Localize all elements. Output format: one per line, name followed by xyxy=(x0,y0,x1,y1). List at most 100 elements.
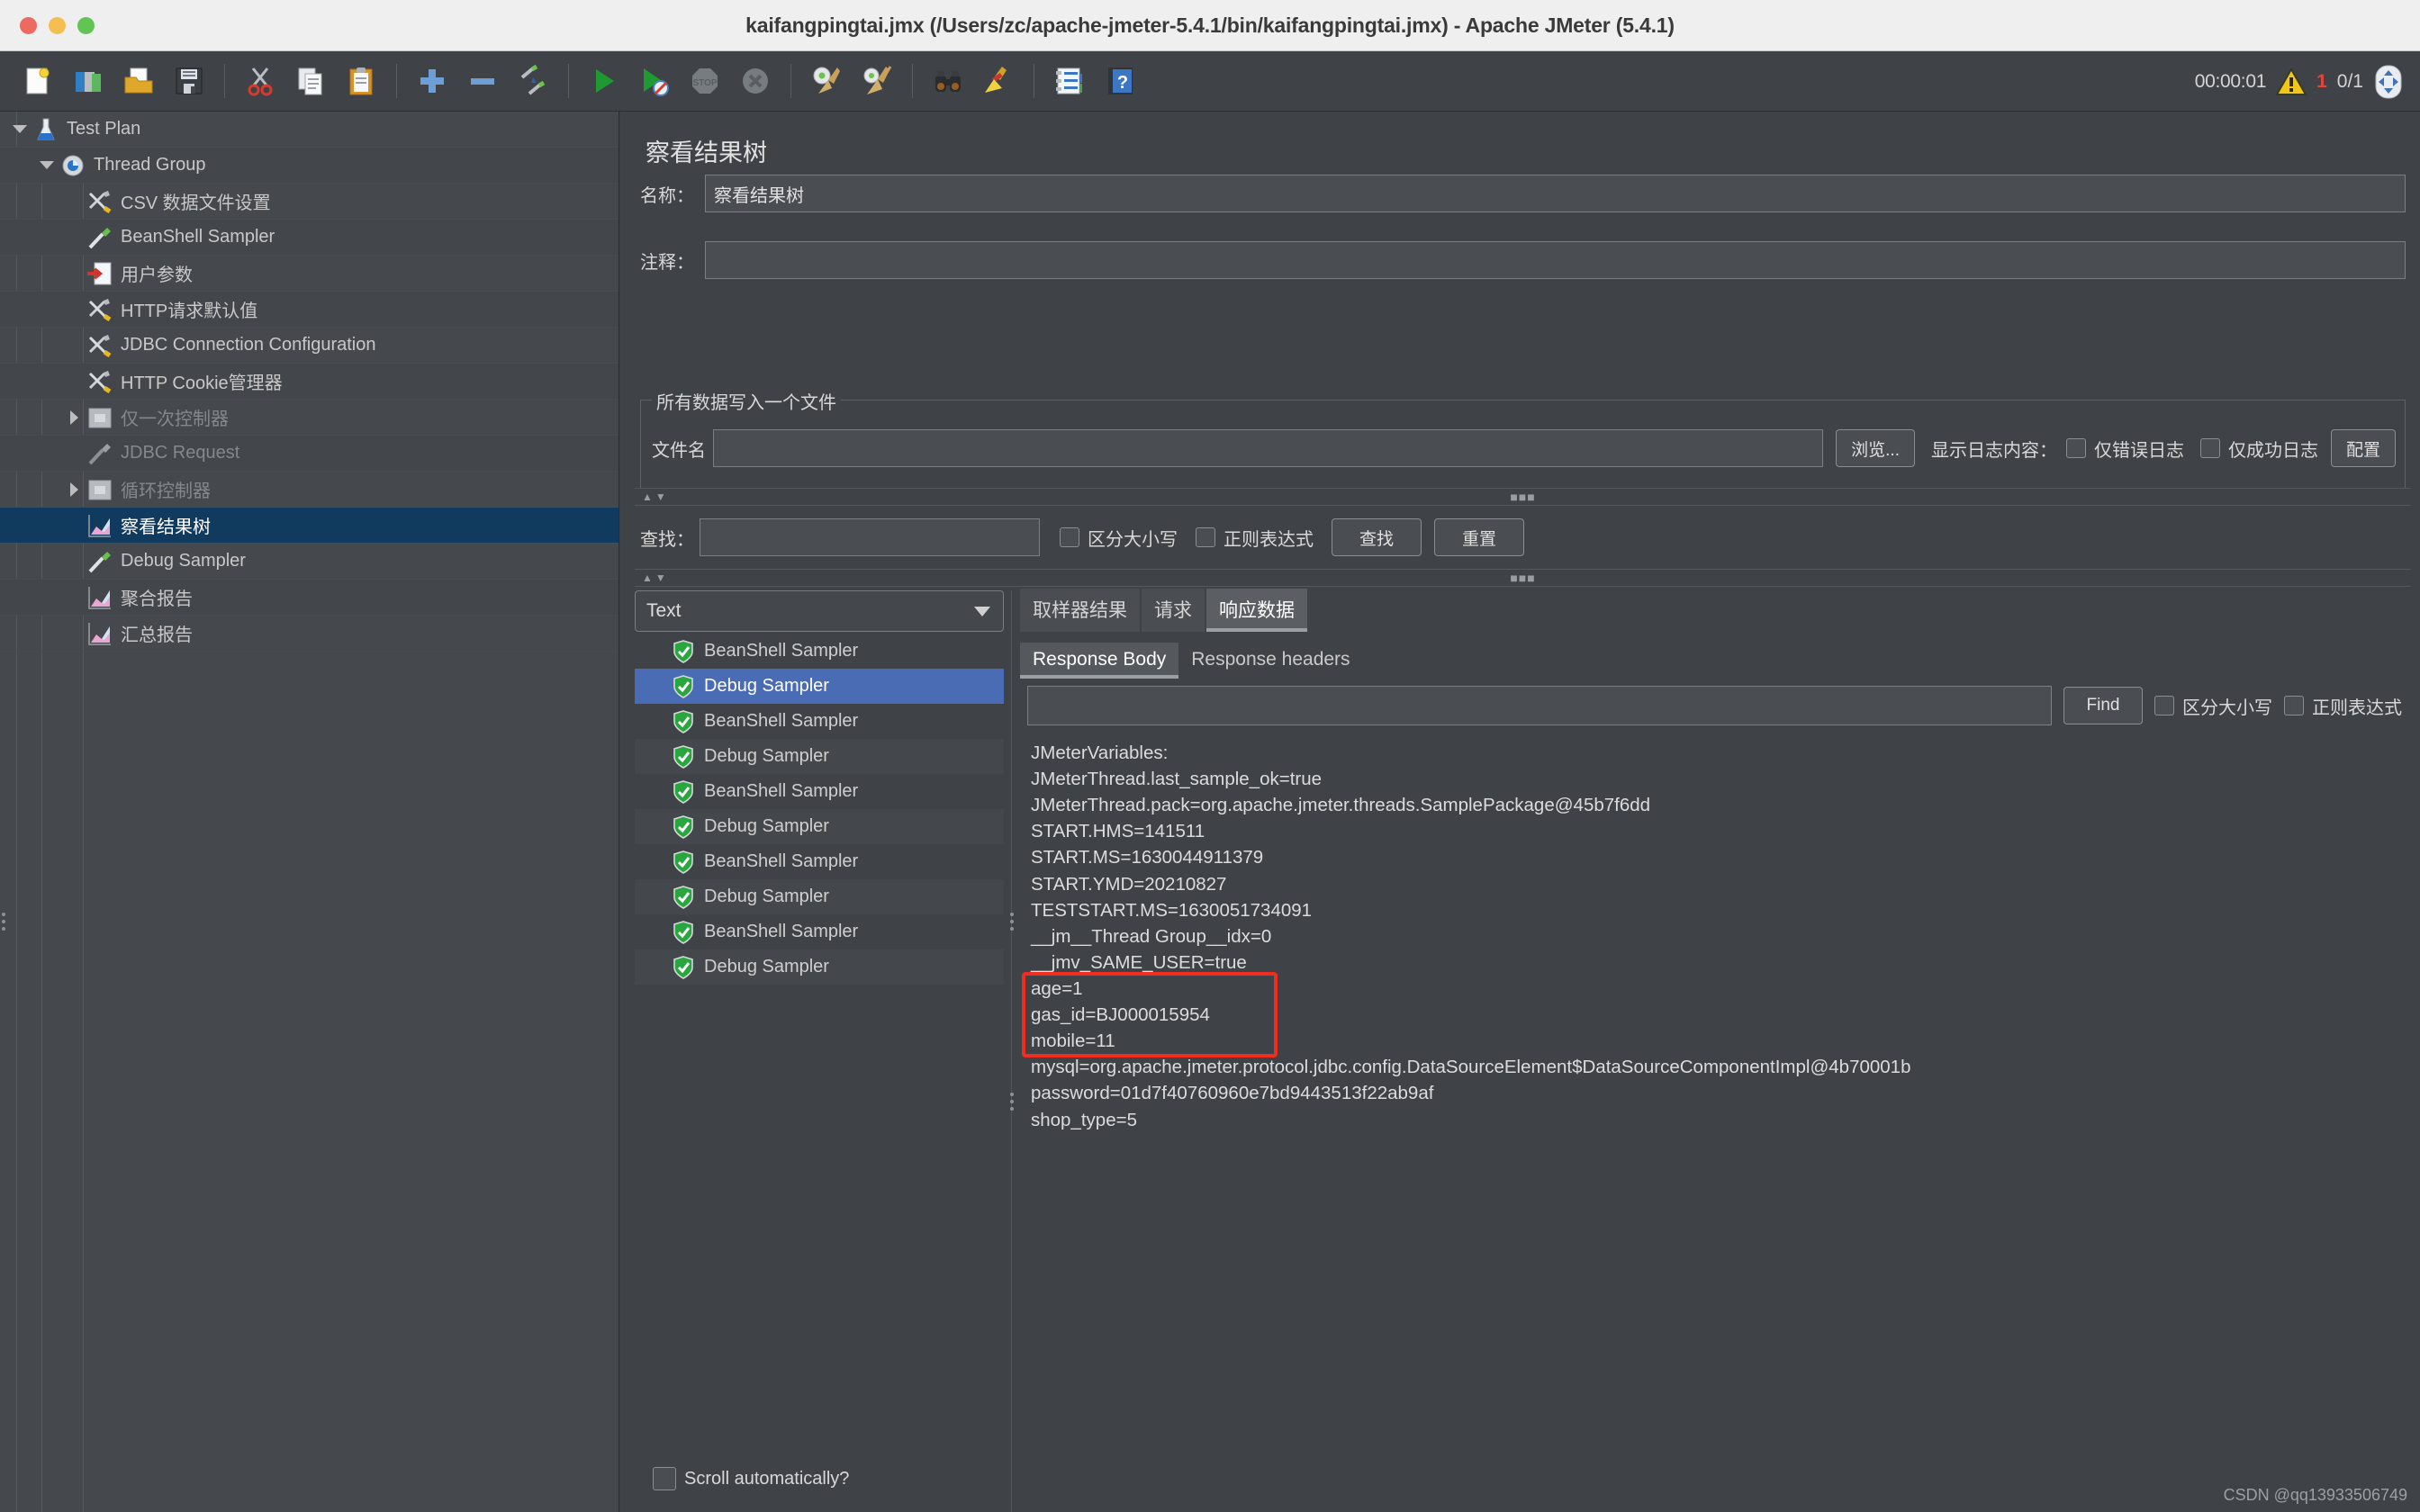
splitter-dots-icon[interactable]: ■■■ xyxy=(1510,490,1535,503)
close-window-button[interactable] xyxy=(20,17,37,34)
scroll-automatically-checkbox-wrap[interactable]: Scroll automatically? xyxy=(653,1467,849,1490)
response-body-text[interactable]: JMeterVariables: JMeterThread.last_sampl… xyxy=(1027,740,2420,1512)
detail-tab-2[interactable]: 响应数据 xyxy=(1206,589,1307,632)
search-case-sensitive-checkbox[interactable] xyxy=(1060,527,1079,547)
tree-item-5[interactable]: HTTP请求默认值 xyxy=(0,292,619,328)
sampler-result-row[interactable]: BeanShell Sampler xyxy=(635,634,1004,669)
search-case-checkbox-wrap[interactable]: 区分大小写 xyxy=(1060,525,1178,551)
comment-input[interactable] xyxy=(705,241,2406,279)
search-find-button[interactable]: 查找 xyxy=(1332,518,1422,556)
response-tab-1[interactable]: Response headers xyxy=(1178,643,1362,679)
detail-splitter-handle[interactable] xyxy=(1007,1084,1016,1120)
toggle-enabled-button[interactable] xyxy=(510,58,556,104)
maximize-window-button[interactable] xyxy=(77,17,95,34)
successes-only-checkbox[interactable] xyxy=(2199,438,2220,458)
sampler-result-row[interactable]: Debug Sampler xyxy=(635,739,1004,774)
paste-button[interactable] xyxy=(338,58,384,104)
response-find-button[interactable]: Find xyxy=(2063,687,2143,724)
collapse-all-button[interactable] xyxy=(459,58,506,104)
sampler-result-row[interactable]: Debug Sampler xyxy=(635,809,1004,844)
chevron-down-icon[interactable] xyxy=(34,148,59,184)
chevron-right-icon[interactable] xyxy=(61,400,86,436)
chevron-right-icon[interactable] xyxy=(61,472,86,508)
copy-button[interactable] xyxy=(287,58,334,104)
tree-item-7[interactable]: HTTP Cookie管理器 xyxy=(0,364,619,400)
search-input[interactable] xyxy=(700,518,1040,556)
search-reset-button[interactable]: 重置 xyxy=(1434,518,1524,556)
cut-button[interactable] xyxy=(237,58,284,104)
splitter-dots-icon[interactable]: ■■■ xyxy=(1510,572,1535,584)
errors-only-checkbox[interactable] xyxy=(2065,438,2086,458)
errors-only-checkbox-wrap[interactable]: 仅错误日志 xyxy=(2065,436,2184,462)
tree-item-3[interactable]: BeanShell Sampler xyxy=(0,220,619,256)
successes-only-checkbox-wrap[interactable]: 仅成功日志 xyxy=(2199,436,2318,462)
detail-outer-tabs[interactable]: 取样器结果 请求 响应数据 xyxy=(1020,589,2420,632)
response-regex-checkbox[interactable] xyxy=(2284,696,2304,716)
response-regex-checkbox-wrap[interactable]: 正则表达式 xyxy=(2284,693,2402,719)
tree-item-11[interactable]: 察看结果树 xyxy=(0,508,619,544)
sampler-result-row[interactable]: BeanShell Sampler xyxy=(635,914,1004,950)
shutdown-button[interactable] xyxy=(732,58,779,104)
sampler-result-row[interactable]: BeanShell Sampler xyxy=(635,774,1004,809)
name-input[interactable] xyxy=(705,175,2406,212)
help-button[interactable]: ? xyxy=(1097,58,1143,104)
sampler-result-row[interactable]: Debug Sampler xyxy=(635,669,1004,704)
tree-item-6[interactable]: JDBC Connection Configuration xyxy=(0,328,619,364)
open-button[interactable] xyxy=(115,58,162,104)
stop-button[interactable]: STOP xyxy=(682,58,728,104)
remote-status-icon[interactable] xyxy=(2373,65,2404,99)
detail-tab-0[interactable]: 取样器结果 xyxy=(1020,589,1140,632)
tree-item-13[interactable]: 聚合报告 xyxy=(0,580,619,616)
templates-button[interactable] xyxy=(65,58,112,104)
sampler-result-row[interactable]: Debug Sampler xyxy=(635,879,1004,914)
search-button[interactable] xyxy=(925,58,971,104)
tree-item-2[interactable]: CSV 数据文件设置 xyxy=(0,184,619,220)
search-regex-checkbox-wrap[interactable]: 正则表达式 xyxy=(1196,525,1314,551)
tree-item-10[interactable]: 循环控制器 xyxy=(0,472,619,508)
clear-button[interactable] xyxy=(803,58,850,104)
reset-search-button[interactable] xyxy=(975,58,1022,104)
sampler-result-row[interactable]: BeanShell Sampler xyxy=(635,844,1004,879)
tree-item-9[interactable]: JDBC Request xyxy=(0,436,619,472)
vertical-splitter-handle[interactable] xyxy=(1007,904,1016,940)
clear-all-button[interactable] xyxy=(853,58,900,104)
filename-input[interactable] xyxy=(713,429,1824,467)
window-controls[interactable] xyxy=(20,17,95,34)
splitter-bar-top[interactable]: ▲▼ ■■■ xyxy=(635,488,2411,506)
configure-button[interactable]: 配置 xyxy=(2330,429,2396,467)
response-find-input[interactable] xyxy=(1027,686,2052,725)
tree-item-4[interactable]: 用户参数 xyxy=(0,256,619,292)
save-button[interactable] xyxy=(166,58,212,104)
minimize-window-button[interactable] xyxy=(49,17,66,34)
start-button[interactable] xyxy=(581,58,628,104)
test-plan-tree[interactable]: Test Plan Thread Group CSV 数据文件设置 BeanShell… xyxy=(0,112,619,1512)
scroll-automatically-checkbox[interactable] xyxy=(653,1467,676,1490)
start-no-pauses-button[interactable] xyxy=(631,58,678,104)
response-tab-0[interactable]: Response Body xyxy=(1020,643,1179,679)
splitter-bar-bottom[interactable]: ▲▼ ■■■ xyxy=(635,569,2411,587)
function-helper-button[interactable] xyxy=(1046,58,1093,104)
chevron-down-icon[interactable] xyxy=(7,112,32,148)
warning-triangle-icon[interactable] xyxy=(2276,67,2307,96)
detail-tab-1[interactable]: 请求 xyxy=(1142,589,1205,632)
tree-item-8[interactable]: 仅一次控制器 xyxy=(0,400,619,436)
sampler-result-list[interactable]: BeanShell Sampler Debug Sampler BeanShell … xyxy=(635,634,1004,1503)
tree-item-0[interactable]: Test Plan xyxy=(0,112,619,148)
sampler-result-row[interactable]: BeanShell Sampler xyxy=(635,704,1004,739)
chevron-down-icon[interactable] xyxy=(974,606,990,616)
tree-item-12[interactable]: Debug Sampler xyxy=(0,544,619,580)
render-type-select[interactable]: Text xyxy=(635,590,1004,632)
splitter-arrows-icon[interactable]: ▲▼ xyxy=(642,491,669,502)
response-case-sensitive-checkbox[interactable] xyxy=(2154,696,2174,716)
tree-item-14[interactable]: 汇总报告 xyxy=(0,616,619,652)
detail-inner-tabs[interactable]: Response Body Response headers xyxy=(1020,635,2420,679)
new-test-plan-button[interactable] xyxy=(14,58,61,104)
response-case-checkbox-wrap[interactable]: 区分大小写 xyxy=(2154,693,2272,719)
browse-button[interactable]: 浏览... xyxy=(1836,429,1915,467)
sampler-result-row[interactable]: Debug Sampler xyxy=(635,950,1004,985)
tree-splitter-handle[interactable] xyxy=(0,904,8,940)
expand-all-button[interactable] xyxy=(409,58,456,104)
splitter-arrows-icon[interactable]: ▲▼ xyxy=(642,572,669,583)
tree-item-1[interactable]: Thread Group xyxy=(0,148,619,184)
search-regex-checkbox[interactable] xyxy=(1196,527,1215,547)
